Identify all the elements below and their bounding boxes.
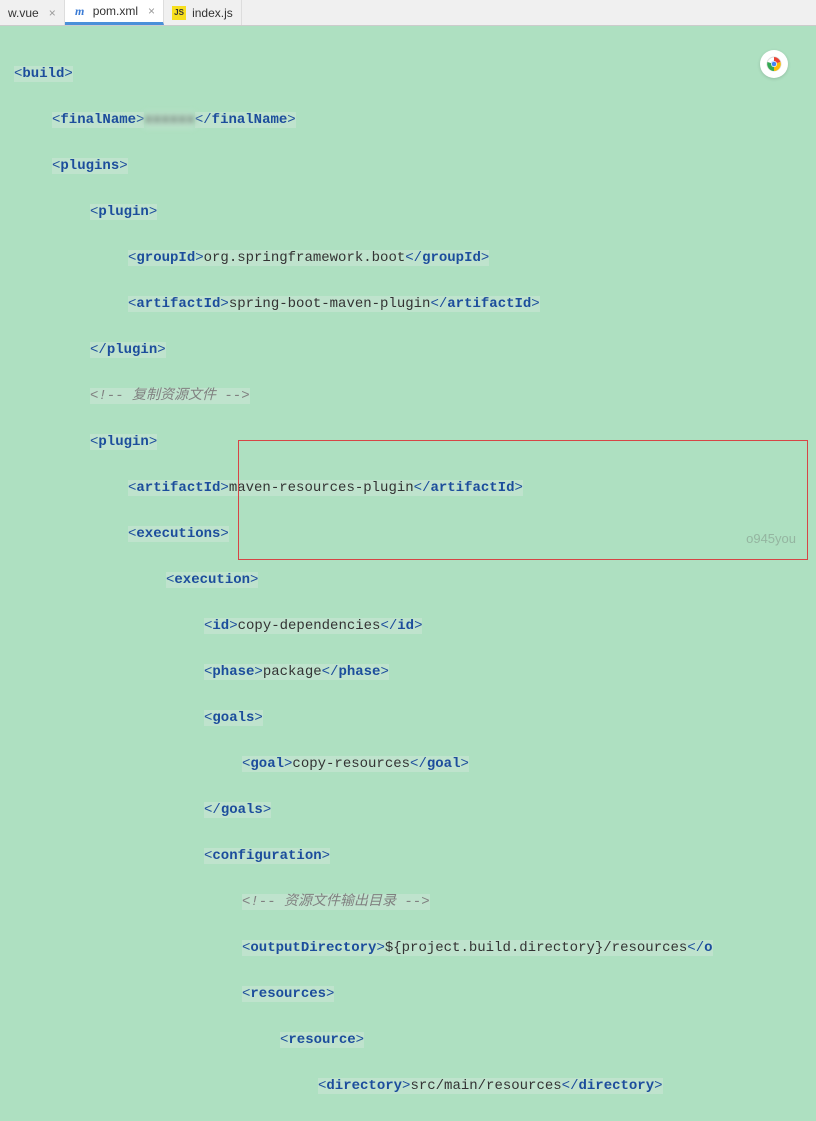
code-editor[interactable]: <build> <finalName>xxxxxx</finalName> <p… xyxy=(0,26,816,1121)
tab-label: pom.xml xyxy=(93,4,138,18)
comment-output-dir: <!-- 资源文件输出目录 --> xyxy=(242,894,430,910)
close-icon[interactable]: × xyxy=(148,4,155,18)
tab-pom[interactable]: m pom.xml × xyxy=(65,0,164,25)
close-icon[interactable]: × xyxy=(49,6,56,20)
tab-label: index.js xyxy=(192,6,233,20)
tab-label: w.vue xyxy=(8,6,39,20)
tab-bar: w.vue × m pom.xml × JS index.js xyxy=(0,0,816,26)
tab-vue[interactable]: w.vue × xyxy=(0,0,65,25)
watermark: o945you xyxy=(746,531,796,546)
final-name-value: xxxxxx xyxy=(144,112,194,128)
comment-copy-res: <!-- 复制资源文件 --> xyxy=(90,388,250,404)
tab-indexjs[interactable]: JS index.js xyxy=(164,0,242,25)
maven-icon: m xyxy=(73,4,87,18)
js-icon: JS xyxy=(172,6,186,20)
